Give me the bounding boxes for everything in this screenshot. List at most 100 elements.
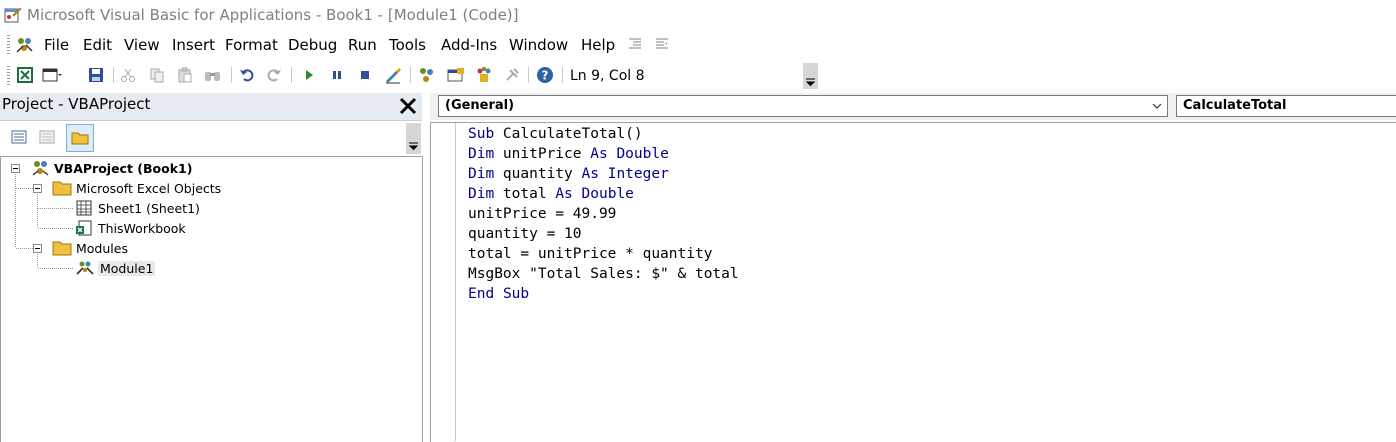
tree-item-thisworkbook[interactable]: ThisWorkbook: [75, 219, 186, 237]
project-pane-title: Project - VBAProject: [2, 95, 151, 113]
toolbar-grip[interactable]: [7, 66, 10, 86]
object-browser-icon[interactable]: [474, 65, 494, 85]
code-line[interactable]: Dim total As Double: [468, 186, 634, 206]
code-text: total = unitPrice * quantity: [468, 246, 713, 262]
menu-edit[interactable]: Edit: [83, 36, 112, 54]
indent-icon[interactable]: [628, 37, 642, 55]
worksheet-icon: [76, 200, 92, 216]
tree-label: Sheet1 (Sheet1): [98, 200, 200, 216]
object-dropdown-value: (General): [445, 98, 515, 113]
menu-insert[interactable]: Insert: [172, 36, 215, 54]
code-keyword: Dim: [468, 146, 495, 162]
code-text: total: [494, 186, 556, 202]
code-line[interactable]: Dim quantity As Integer: [468, 166, 669, 186]
window-title: Microsoft Visual Basic for Applications …: [27, 6, 519, 24]
object-dropdown[interactable]: (General): [438, 95, 1168, 117]
standard-toolbar: ? Ln 9, Col 8: [0, 61, 820, 91]
tree-connector: [38, 208, 74, 209]
help-icon[interactable]: ?: [535, 65, 555, 85]
properties-window-icon[interactable]: [446, 65, 466, 85]
close-icon[interactable]: [397, 95, 419, 117]
toolbar-separator: [231, 67, 232, 83]
code-keyword: Integer: [607, 166, 669, 182]
code-line[interactable]: quantity = 10: [468, 226, 582, 246]
excel-vba-icon[interactable]: [14, 35, 36, 59]
menu-run[interactable]: Run: [348, 36, 377, 54]
code-keyword: Sub: [502, 286, 530, 302]
cursor-position: Ln 9, Col 8: [570, 68, 645, 84]
vba-app-icon: [4, 6, 22, 24]
title-bar: Microsoft Visual Basic for Applications …: [0, 0, 1396, 31]
tree-label: Modules: [76, 240, 128, 256]
margin-indicator-bar[interactable]: [431, 123, 456, 441]
menu-window[interactable]: Window: [509, 36, 568, 54]
menu-tools[interactable]: Tools: [389, 36, 426, 54]
break-icon[interactable]: [327, 65, 347, 85]
code-text: quantity: [494, 166, 582, 182]
procedure-dropdown[interactable]: CalculateTotal: [1176, 95, 1396, 117]
menubar-grip[interactable]: [7, 35, 10, 55]
redo-icon[interactable]: [264, 65, 284, 85]
collapse-modules-toggle[interactable]: [33, 244, 42, 253]
design-mode-icon[interactable]: [383, 65, 403, 85]
menu-debug[interactable]: Debug: [288, 36, 337, 54]
code-text: unitPrice: [494, 146, 591, 162]
project-explorer-icon[interactable]: [417, 65, 437, 85]
workbook-icon: [76, 220, 92, 236]
insert-userform-icon[interactable]: [42, 65, 62, 85]
view-excel-icon[interactable]: [15, 65, 35, 85]
tree-connector: [37, 254, 38, 268]
code-line[interactable]: Dim unitPrice As Double: [468, 146, 669, 166]
menu-file[interactable]: File: [44, 36, 69, 54]
tree-connector: [38, 268, 74, 269]
code-text: MsgBox "Total Sales: $" & total: [468, 266, 739, 282]
code-line[interactable]: total = unitPrice * quantity: [468, 246, 712, 266]
tree-item-modules[interactable]: Modules: [52, 239, 128, 257]
menu-help[interactable]: Help: [581, 36, 615, 54]
tree-item-module1[interactable]: Module1: [75, 259, 156, 277]
code-line[interactable]: MsgBox "Total Sales: $" & total: [468, 266, 739, 286]
toolbar-separator: [562, 67, 563, 83]
tree-item-excel-objects[interactable]: Microsoft Excel Objects: [52, 179, 221, 197]
code-text: CalculateTotal(): [494, 126, 643, 142]
vbaproject-icon: [32, 161, 49, 176]
menu-add-ins[interactable]: Add-Ins: [441, 36, 497, 54]
pane-toolbar-options-button[interactable]: [406, 123, 421, 154]
find-icon[interactable]: [203, 65, 223, 85]
save-icon[interactable]: [86, 65, 106, 85]
outdent-icon[interactable]: [655, 37, 669, 55]
tree-connector: [38, 228, 74, 229]
reset-icon[interactable]: [355, 65, 375, 85]
menu-view[interactable]: View: [124, 36, 160, 54]
tree-label: VBAProject (Book1): [54, 160, 193, 176]
toggle-folders-icon[interactable]: [66, 124, 94, 152]
toolbar-separator: [291, 67, 292, 83]
view-object-icon[interactable]: [34, 124, 60, 150]
tree-item-sheet1[interactable]: Sheet1 (Sheet1): [75, 199, 200, 217]
procedure-dropdown-value: CalculateTotal: [1183, 98, 1287, 113]
copy-icon[interactable]: [147, 65, 167, 85]
run-icon[interactable]: [299, 65, 319, 85]
toolbox-icon[interactable]: [502, 65, 522, 85]
collapse-root-toggle[interactable]: [11, 164, 20, 173]
view-code-icon[interactable]: [6, 124, 32, 150]
code-line[interactable]: End Sub: [468, 286, 529, 306]
cut-icon[interactable]: [118, 65, 138, 85]
chevron-down-icon: [1151, 100, 1163, 116]
code-keyword: As: [581, 166, 599, 182]
paste-icon[interactable]: [175, 65, 195, 85]
code-line[interactable]: Sub CalculateTotal(): [468, 126, 643, 146]
collapse-excel-objects-toggle[interactable]: [33, 184, 42, 193]
undo-icon[interactable]: [237, 65, 257, 85]
project-pane-header: Project - VBAProject: [0, 93, 422, 121]
code-keyword: As: [555, 186, 573, 202]
menu-format[interactable]: Format: [225, 36, 278, 54]
code-line[interactable]: unitPrice = 49.99: [468, 206, 616, 226]
tree-item-vbaproject[interactable]: VBAProject (Book1): [31, 159, 192, 177]
code-window-header: (General) CalculateTotal: [430, 93, 1396, 120]
toolbar-separator: [528, 67, 529, 83]
toolbar-options-button[interactable]: [803, 63, 818, 89]
svg-text:?: ?: [542, 69, 549, 83]
